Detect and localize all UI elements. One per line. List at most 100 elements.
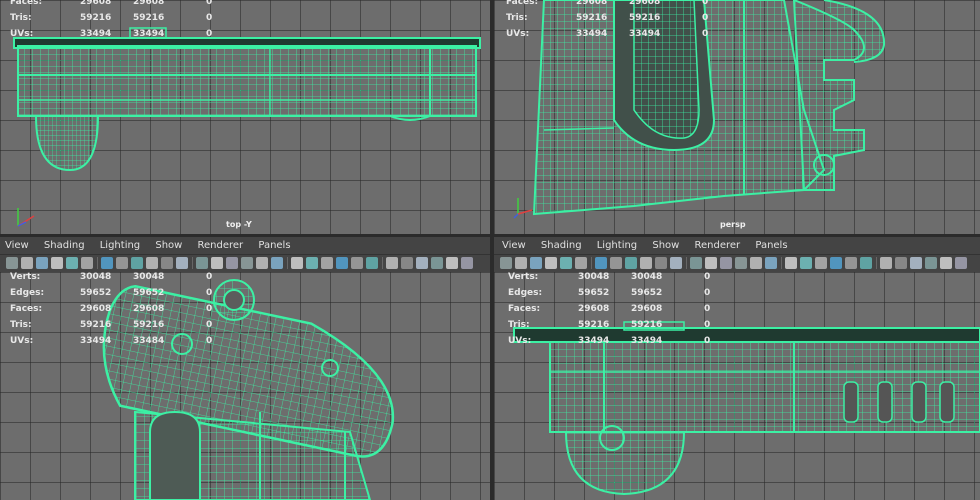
stat-value: 0 [704, 304, 711, 314]
toolbar-separator [192, 257, 193, 269]
stat-value: 33494 [80, 336, 112, 346]
resolution-gate-icon[interactable] [211, 257, 223, 269]
stat-value: 59652 [631, 288, 663, 298]
grease-pencil-icon[interactable] [36, 257, 48, 269]
wireframe-icon[interactable] [830, 257, 842, 269]
stat-label: Verts: [10, 272, 41, 282]
isolate-icon[interactable] [416, 257, 428, 269]
2d-pan-icon[interactable] [66, 257, 78, 269]
shadows-icon[interactable] [401, 257, 413, 269]
grease-pencil-icon[interactable] [530, 257, 542, 269]
viewport-top-left[interactable]: Faces: 29608 29608 0 Tris: 59216 59216 0… [0, 0, 490, 234]
stat-label: Tris: [508, 320, 530, 330]
camera-icon[interactable] [500, 257, 512, 269]
panel-menu-bar: View Shading Lighting Show Renderer Pane… [0, 237, 490, 255]
smooth-shade-icon[interactable] [610, 257, 622, 269]
textured-icon[interactable] [625, 257, 637, 269]
grid-icon[interactable] [815, 257, 827, 269]
menu-renderer[interactable]: Renderer [695, 237, 741, 255]
camera-icon[interactable] [735, 257, 747, 269]
bookmark-icon[interactable] [256, 257, 268, 269]
menu-view[interactable]: View [5, 237, 29, 255]
stat-label: Edges: [508, 288, 543, 298]
resolution-gate-icon[interactable] [705, 257, 717, 269]
lights-icon[interactable] [880, 257, 892, 269]
grid-icon[interactable] [575, 257, 587, 269]
menu-panels[interactable]: Panels [755, 237, 787, 255]
viewport-top-right[interactable]: Faces: 29608 29608 0 Tris: 59216 59216 0… [494, 0, 980, 234]
xray-icon[interactable] [925, 257, 937, 269]
menu-show[interactable]: Show [652, 237, 679, 255]
camera-label: persp [720, 220, 746, 229]
menu-shading[interactable]: Shading [44, 237, 85, 255]
isolate-icon[interactable] [176, 257, 188, 269]
toolbar-separator [781, 257, 782, 269]
image-plane-icon[interactable] [785, 257, 797, 269]
shadows-icon[interactable] [655, 257, 667, 269]
shadows-icon[interactable] [161, 257, 173, 269]
xray-icon[interactable] [196, 257, 208, 269]
image-plane-icon[interactable] [51, 257, 63, 269]
stat-value: 29608 [629, 0, 661, 7]
wireframe-icon[interactable] [101, 257, 113, 269]
axis-gizmo-icon [17, 208, 35, 227]
isolate-icon[interactable] [910, 257, 922, 269]
grid-icon[interactable] [81, 257, 93, 269]
stat-value: 29608 [631, 304, 663, 314]
panel-layout-icon[interactable] [226, 257, 238, 269]
menu-lighting[interactable]: Lighting [100, 237, 140, 255]
stat-value: 30048 [133, 272, 165, 282]
textured-icon[interactable] [366, 257, 378, 269]
camera-icon[interactable] [241, 257, 253, 269]
stat-label: Tris: [10, 320, 32, 330]
grease-pencil-icon[interactable] [765, 257, 777, 269]
smooth-shade-icon[interactable] [351, 257, 363, 269]
grease-pencil-icon[interactable] [271, 257, 283, 269]
bookmark-icon[interactable] [750, 257, 762, 269]
bookmark-icon[interactable] [21, 257, 33, 269]
lights-icon[interactable] [146, 257, 158, 269]
camera-icon[interactable] [6, 257, 18, 269]
shadows-icon[interactable] [895, 257, 907, 269]
wireframe-mesh [532, 0, 886, 216]
textured-icon[interactable] [860, 257, 872, 269]
camera-label: top -Y [226, 220, 252, 229]
menu-shading[interactable]: Shading [541, 237, 582, 255]
stat-value: 0 [206, 0, 213, 7]
axis-gizmo-icon [513, 198, 533, 219]
lights-icon[interactable] [640, 257, 652, 269]
viewport-bottom-right[interactable]: Verts: 30048 30048 0 Edges: 59652 59652 … [494, 272, 980, 500]
toolbar-separator [686, 257, 687, 269]
panel-layout-icon[interactable] [720, 257, 732, 269]
xray-icon[interactable] [690, 257, 702, 269]
2d-pan-icon[interactable] [800, 257, 812, 269]
menu-lighting[interactable]: Lighting [597, 237, 637, 255]
stat-value: 0 [702, 0, 709, 7]
isolate-icon[interactable] [670, 257, 682, 269]
viewport-bottom-left[interactable]: Verts: 30048 30048 0 Edges: 59652 59652 … [0, 272, 490, 500]
menu-renderer[interactable]: Renderer [198, 237, 244, 255]
stat-label: UVs: [10, 336, 34, 346]
menu-view[interactable]: View [502, 237, 526, 255]
resolution-gate-icon[interactable] [446, 257, 458, 269]
stat-value: 0 [702, 13, 709, 23]
2d-pan-icon[interactable] [560, 257, 572, 269]
resolution-gate-icon[interactable] [940, 257, 952, 269]
smooth-shade-icon[interactable] [845, 257, 857, 269]
lights-icon[interactable] [386, 257, 398, 269]
toolbar-separator [97, 257, 98, 269]
panel-layout-icon[interactable] [955, 257, 967, 269]
grid-icon[interactable] [321, 257, 333, 269]
image-plane-icon[interactable] [545, 257, 557, 269]
image-plane-icon[interactable] [291, 257, 303, 269]
textured-icon[interactable] [131, 257, 143, 269]
panel-layout-icon[interactable] [461, 257, 473, 269]
2d-pan-icon[interactable] [306, 257, 318, 269]
wireframe-icon[interactable] [336, 257, 348, 269]
menu-panels[interactable]: Panels [258, 237, 290, 255]
wireframe-icon[interactable] [595, 257, 607, 269]
xray-icon[interactable] [431, 257, 443, 269]
smooth-shade-icon[interactable] [116, 257, 128, 269]
menu-show[interactable]: Show [155, 237, 182, 255]
bookmark-icon[interactable] [515, 257, 527, 269]
